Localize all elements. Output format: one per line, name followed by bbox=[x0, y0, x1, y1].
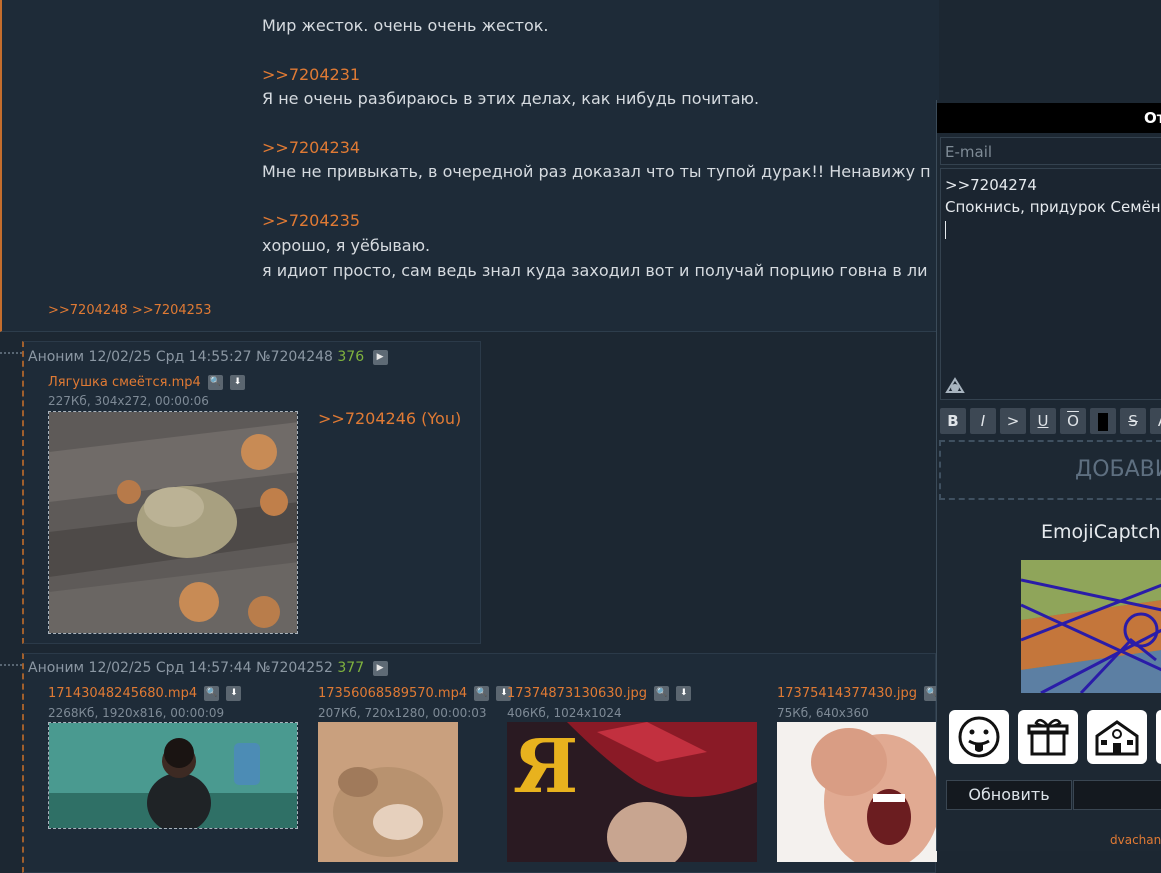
file-link[interactable]: 17375414377430.jpg 🔍 bbox=[777, 686, 940, 701]
post-meta: Аноним 12/02/25 Срд 14:57:44 №7204252 bbox=[28, 660, 333, 676]
reply-form-panel: От E-mail >>7204274 Спокнись, придурок С… bbox=[936, 100, 1161, 851]
emoji-option-partial[interactable] bbox=[1156, 710, 1161, 764]
refresh-captcha-button[interactable]: Обновить bbox=[946, 780, 1072, 810]
reply-links[interactable]: >>7204248 >>7204253 bbox=[48, 303, 212, 318]
post-text-line: Мне не привыкать, в очередной раз доказа… bbox=[262, 162, 931, 181]
message-text: Спокнись, придурок Семён. bbox=[945, 198, 1161, 216]
file-name[interactable]: 17143048245680.mp4 bbox=[48, 686, 197, 701]
reply-quote[interactable]: >>7204246 (You) bbox=[318, 409, 461, 428]
search-icon[interactable]: 🔍 bbox=[207, 375, 223, 390]
quote-link[interactable]: >>7204235 bbox=[262, 211, 360, 230]
cat-video-thumbnail[interactable] bbox=[318, 722, 458, 862]
file-link[interactable]: 17356068589570.mp4 🔍 ⬇ bbox=[318, 686, 512, 701]
text-cursor bbox=[945, 220, 946, 239]
bold-button[interactable]: B bbox=[940, 408, 966, 434]
thread-connector bbox=[0, 352, 22, 354]
search-icon[interactable]: 🔍 bbox=[474, 686, 490, 701]
file-name[interactable]: Лягушка смеётся.mp4 bbox=[48, 375, 201, 390]
frog-video-thumbnail[interactable] bbox=[48, 411, 298, 634]
spoiler-icon bbox=[1098, 412, 1108, 431]
post-header: Аноним 12/02/25 Срд 14:57:44 №7204252 37… bbox=[28, 660, 388, 676]
play-icon[interactable]: ▶ bbox=[372, 349, 388, 365]
post-meta: Аноним 12/02/25 Срд 14:55:27 №7204248 bbox=[28, 349, 333, 365]
file-info: 406Кб, 1024x1024 bbox=[507, 706, 622, 720]
quote-button[interactable]: > bbox=[1000, 408, 1026, 434]
download-icon[interactable]: ⬇ bbox=[226, 686, 242, 701]
quote-link[interactable]: >>7204234 bbox=[262, 138, 360, 157]
overline-button[interactable]: O bbox=[1060, 408, 1086, 434]
file-info: 2268Кб, 1920x816, 00:00:09 bbox=[48, 706, 225, 720]
search-icon[interactable]: 🔍 bbox=[204, 686, 220, 701]
file-info: 75Кб, 640x360 bbox=[777, 706, 869, 720]
post-text-line: хорошо, я уёбываю. bbox=[262, 236, 431, 255]
file-name[interactable]: 17374873130630.jpg bbox=[507, 686, 647, 701]
italic-button[interactable]: I bbox=[970, 408, 996, 434]
post-text-line: Мир жесток. очень очень жесток. bbox=[262, 16, 549, 35]
file-name[interactable]: 17356068589570.mp4 bbox=[318, 686, 467, 701]
tongue-face-icon[interactable] bbox=[949, 710, 1009, 764]
email-field[interactable]: E-mail bbox=[940, 137, 1161, 165]
file-link[interactable]: 17374873130630.jpg 🔍 ⬇ bbox=[507, 686, 692, 701]
add-file-button[interactable]: ДОБАВИ bbox=[939, 440, 1161, 500]
file-info: 227Кб, 304x272, 00:00:06 bbox=[48, 394, 209, 408]
strike-button[interactable]: S bbox=[1120, 408, 1146, 434]
post-count: 377 bbox=[337, 660, 365, 676]
footer-link[interactable]: dvachan bbox=[1110, 833, 1161, 847]
post-text-line: Я не очень разбираюсь в этих делах, как … bbox=[262, 89, 760, 108]
video-thumbnail[interactable] bbox=[48, 722, 298, 829]
message-textarea[interactable]: >>7204274 Спокнись, придурок Семён. bbox=[940, 168, 1161, 400]
quote-link[interactable]: >>7204231 bbox=[262, 65, 360, 84]
sage-icon[interactable] bbox=[945, 376, 965, 394]
laughing-man-thumbnail[interactable] bbox=[777, 722, 937, 862]
download-icon[interactable]: ⬇ bbox=[676, 686, 692, 701]
reply-form-header[interactable]: От bbox=[937, 103, 1161, 133]
underline-button[interactable]: U bbox=[1030, 408, 1056, 434]
search-icon[interactable]: 🔍 bbox=[654, 686, 670, 701]
file-name[interactable]: 17375414377430.jpg bbox=[777, 686, 917, 701]
file-link[interactable]: 17143048245680.mp4 🔍 ⬇ bbox=[48, 686, 242, 701]
thread-connector bbox=[0, 664, 22, 666]
school-icon[interactable] bbox=[1087, 710, 1147, 764]
captcha-title: EmojiCaptcha bbox=[1041, 521, 1161, 543]
post-header: Аноним 12/02/25 Срд 14:55:27 №7204248 37… bbox=[28, 349, 388, 365]
post-count: 376 bbox=[337, 349, 365, 365]
file-link[interactable]: Лягушка смеётся.mp4 🔍 ⬇ bbox=[48, 375, 246, 390]
captcha-secondary-button[interactable] bbox=[1073, 780, 1161, 810]
post-text-line: я идиот просто, сам ведь знал куда заход… bbox=[262, 261, 928, 280]
spoiler-button[interactable] bbox=[1090, 408, 1116, 434]
svg-text:Я: Я bbox=[513, 724, 578, 810]
gift-icon[interactable] bbox=[1018, 710, 1078, 764]
download-icon[interactable]: ⬇ bbox=[230, 375, 246, 390]
message-quote: >>7204274 bbox=[945, 176, 1037, 194]
file-info: 207Кб, 720x1280, 00:00:03 bbox=[318, 706, 487, 720]
sup-button[interactable]: A bbox=[1150, 408, 1161, 434]
image-thumbnail[interactable]: Я bbox=[507, 722, 757, 862]
reply-form-title: От bbox=[1144, 109, 1161, 127]
captcha-image bbox=[1021, 560, 1161, 693]
play-icon[interactable]: ▶ bbox=[372, 660, 388, 676]
